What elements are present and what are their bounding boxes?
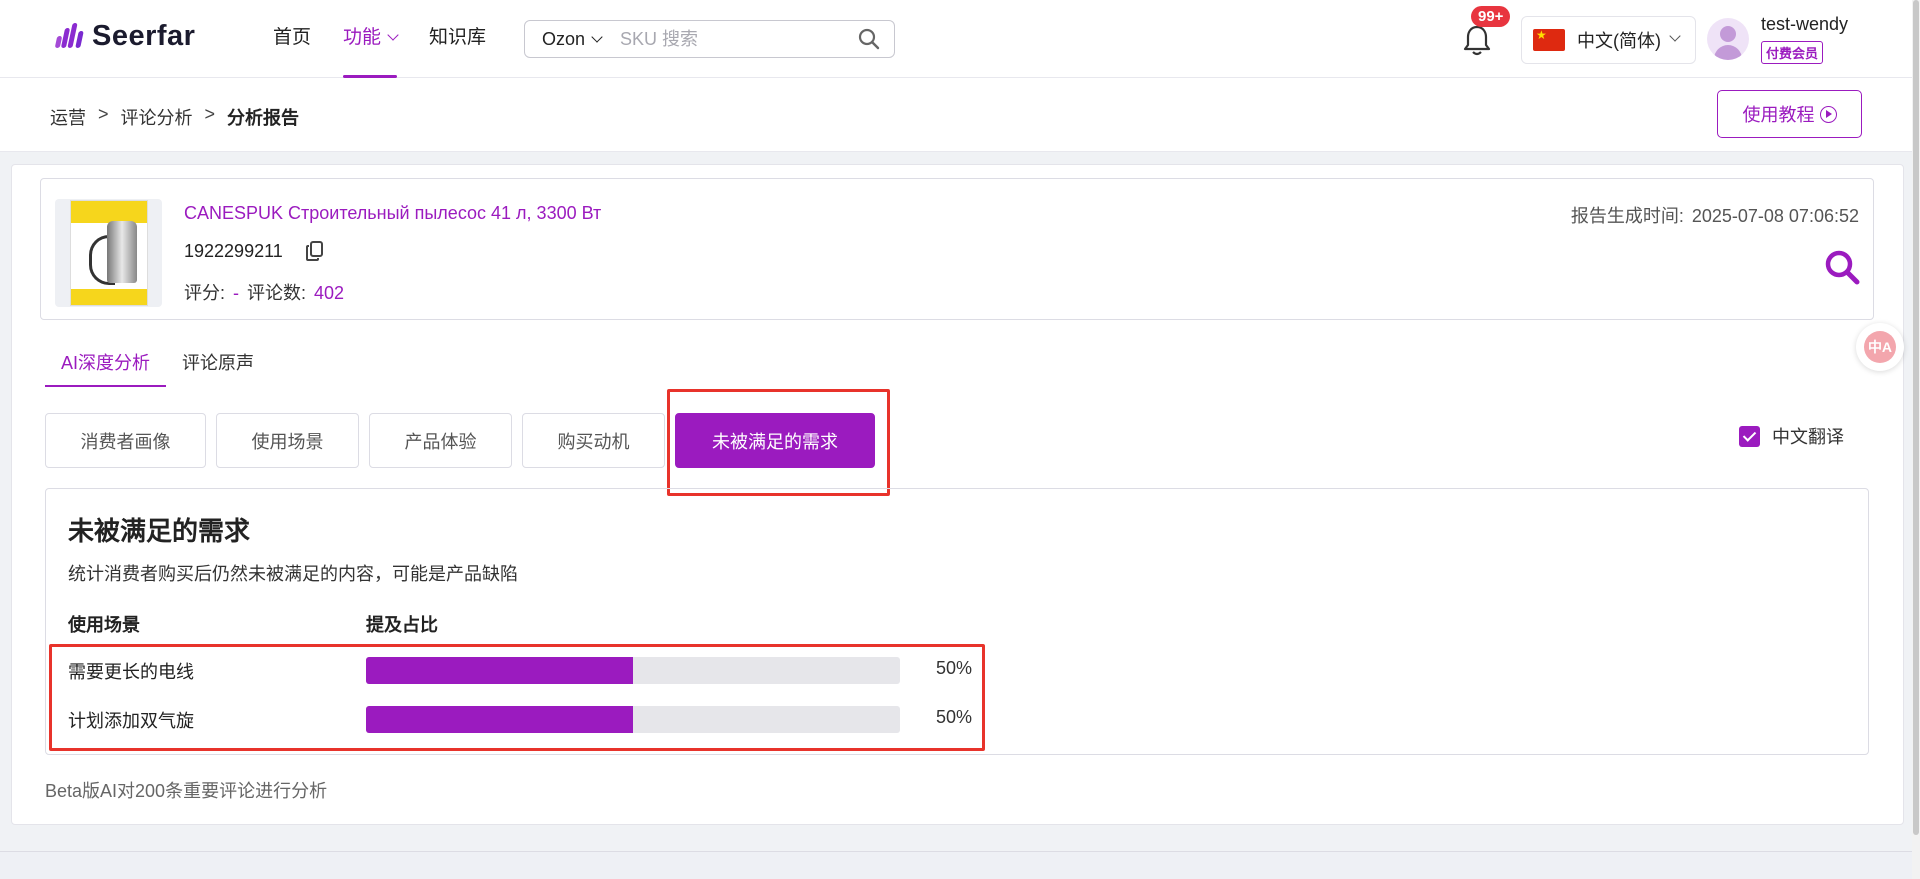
top-navigation-bar: Seerfar 首页 功能 知识库 Ozon 99+ 中文(简体) test-w… <box>0 0 1912 78</box>
tab-ai-analysis-label: AI深度分析 <box>61 353 151 373</box>
product-title[interactable]: CANESPUK Строительный пылесос 41 л, 3300… <box>184 203 601 224</box>
tutorial-label: 使用教程 <box>1742 105 1815 125</box>
breadcrumb-item-review-analysis[interactable]: 评论分析 <box>121 104 193 130</box>
copy-icon[interactable] <box>305 240 325 262</box>
subtab-consumer-profile[interactable]: 消费者画像 <box>45 413 206 468</box>
chinese-translation-toggle[interactable]: 中文翻译 <box>1739 423 1844 449</box>
breadcrumb-separator: > <box>204 104 216 124</box>
subtab-usage-scenario[interactable]: 使用场景 <box>216 413 359 468</box>
chevron-down-icon <box>1669 30 1681 42</box>
need-ratio-bar <box>366 657 900 684</box>
bell-icon[interactable] <box>1462 24 1492 56</box>
tab-ai-analysis[interactable]: AI深度分析 <box>45 347 167 387</box>
nav-knowledge-base[interactable]: 知识库 <box>429 0 486 78</box>
analysis-footnote: Beta版AI对200条重要评论进行分析 <box>45 781 328 801</box>
report-time-label: 报告生成时间: <box>1570 206 1684 226</box>
need-ratio-fill <box>366 706 633 733</box>
report-time: 报告生成时间: 2025-07-08 07:06:52 <box>1571 202 1859 228</box>
chevron-down-icon <box>591 30 603 43</box>
breadcrumb-current: 分析报告 <box>227 108 300 128</box>
breadcrumb-item-operations[interactable]: 运营 <box>50 104 86 130</box>
translate-icon: 中A <box>1864 331 1896 363</box>
subtab-product-experience[interactable]: 产品体验 <box>369 413 512 468</box>
china-flag-icon <box>1533 29 1565 51</box>
user-icon-body <box>1714 45 1742 60</box>
need-ratio-bar <box>366 706 900 733</box>
subtab-purchase-motivation[interactable]: 购买动机 <box>522 413 665 468</box>
report-time-value: 2025-07-08 07:06:52 <box>1691 206 1859 226</box>
tab-original-reviews[interactable]: 评论原声 <box>166 347 270 387</box>
need-ratio-value: 50% <box>936 707 973 727</box>
vertical-scrollbar[interactable] <box>1912 0 1920 879</box>
rating-label: 评分: <box>184 283 226 303</box>
language-select[interactable]: 中文(简体) <box>1521 16 1696 64</box>
sku-search-box: Ozon <box>524 20 895 58</box>
nav-home[interactable]: 首页 <box>273 0 311 78</box>
translate-float-button[interactable]: 中A <box>1856 323 1904 371</box>
breadcrumb-bar: 运营 > 评论分析 > 分析报告 使用教程 <box>0 78 1912 152</box>
page-bottom-strip <box>0 851 1912 879</box>
platform-select[interactable]: Ozon <box>542 29 620 50</box>
need-row-label: 需要更长的电线 <box>68 662 194 682</box>
breadcrumb: 运营 > 评论分析 > 分析报告 <box>50 104 299 130</box>
product-sku: 1922299211 <box>184 241 283 261</box>
need-ratio-value: 50% <box>936 658 973 678</box>
sku-search-input[interactable] <box>620 28 830 50</box>
chevron-down-icon <box>387 29 399 41</box>
avatar[interactable] <box>1707 18 1749 60</box>
play-icon <box>1819 105 1837 123</box>
nav-home-label: 首页 <box>273 27 312 48</box>
search-icon[interactable] <box>858 28 880 50</box>
nav-features[interactable]: 功能 <box>343 0 399 78</box>
subtab-label: 使用场景 <box>251 431 324 452</box>
seerfar-logo[interactable]: Seerfar <box>54 20 195 53</box>
panel-title: 未被满足的需求 <box>68 516 251 546</box>
subtab-unmet-needs[interactable]: 未被满足的需求 <box>675 413 875 468</box>
breadcrumb-separator: > <box>98 104 109 124</box>
nav-features-label: 功能 <box>343 27 382 48</box>
search-icon[interactable] <box>1823 248 1861 286</box>
unmet-needs-panel: 未被满足的需求 统计消费者购买后仍然未被满足的内容，可能是产品缺陷 使用场景 提… <box>45 488 1869 755</box>
tutorial-button[interactable]: 使用教程 <box>1717 90 1862 138</box>
logo-text: Seerfar <box>92 20 196 52</box>
subtab-label: 购买动机 <box>557 431 630 452</box>
panel-description: 统计消费者购买后仍然未被满足的内容，可能是产品缺陷 <box>68 564 518 584</box>
username[interactable]: test-wendy <box>1761 14 1848 35</box>
subtab-label: 未被满足的需求 <box>712 431 838 452</box>
language-value: 中文(简体) <box>1577 31 1661 51</box>
user-icon <box>1720 26 1736 42</box>
rating-value: - <box>233 283 240 303</box>
notification-badge: 99+ <box>1471 6 1511 27</box>
analysis-tabs: AI深度分析 评论原声 <box>45 347 270 387</box>
logo-icon <box>54 22 88 52</box>
tab-original-reviews-label: 评论原声 <box>182 353 255 373</box>
need-ratio-fill <box>366 657 633 684</box>
column-header-scene: 使用场景 <box>68 615 140 635</box>
product-info-card: CANESPUK Строительный пылесос 41 л, 3300… <box>40 178 1874 320</box>
product-meta: 评分: - 评论数: 402 <box>184 279 352 305</box>
member-badge: 付费会员 <box>1761 41 1824 64</box>
product-image-picture <box>70 200 148 306</box>
scrollbar-thumb[interactable] <box>1913 0 1919 835</box>
platform-value: Ozon <box>542 28 586 49</box>
subtab-label: 产品体验 <box>404 431 477 452</box>
analysis-subtabs: 消费者画像 使用场景 产品体验 购买动机 未被满足的需求 <box>45 413 885 468</box>
column-header-ratio: 提及占比 <box>366 615 438 635</box>
product-image[interactable] <box>55 199 162 307</box>
nav-knowledge-label: 知识库 <box>429 27 487 48</box>
reviews-label: 评论数: <box>247 283 307 303</box>
checkbox-checked-icon <box>1739 425 1760 447</box>
need-row-label: 计划添加双气旋 <box>68 711 194 731</box>
chinese-translation-label: 中文翻译 <box>1772 427 1844 447</box>
reviews-count: 402 <box>314 283 345 303</box>
main-nav: 首页 功能 知识库 <box>273 0 518 78</box>
report-card: CANESPUK Строительный пылесос 41 л, 3300… <box>11 164 1904 825</box>
subtab-label: 消费者画像 <box>80 431 171 452</box>
